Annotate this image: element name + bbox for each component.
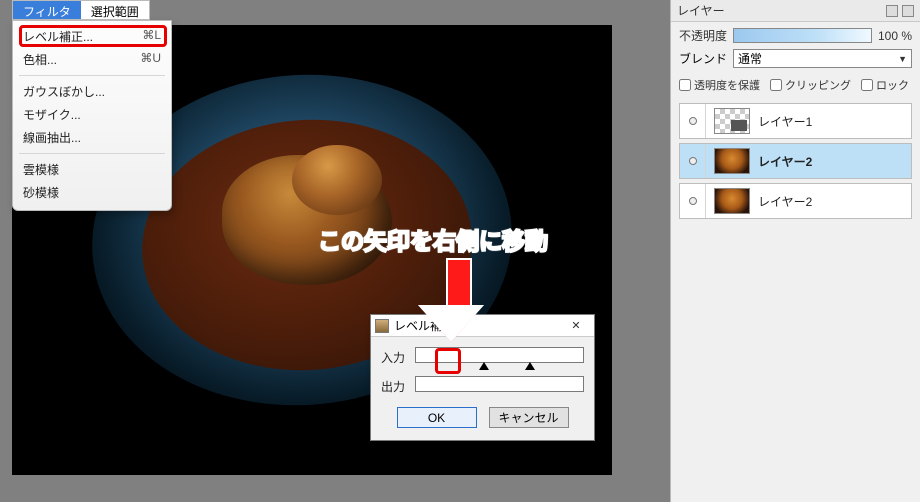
- output-track[interactable]: [415, 376, 584, 392]
- menuitem-label: 砂模様: [23, 184, 59, 201]
- menuitem-mosaic[interactable]: モザイク...: [13, 103, 171, 126]
- visibility-toggle[interactable]: [680, 144, 706, 178]
- menuitem-label: 線画抽出...: [23, 129, 81, 146]
- menuitem-label: ガウスぼかし...: [23, 83, 105, 100]
- menuitem-shortcut: ⌘U: [140, 51, 161, 68]
- menuitem-label: 雲模様: [23, 161, 59, 178]
- undock-icon[interactable]: [886, 5, 898, 17]
- menu-selection[interactable]: 選択範囲: [81, 1, 149, 19]
- layer-name: レイヤー1: [758, 113, 812, 130]
- image-food: [222, 155, 392, 285]
- annotation-arrow-icon: [436, 258, 481, 342]
- filter-dropdown: レベル補正... ⌘L 色相... ⌘U ガウスぼかし... モザイク... 線…: [12, 20, 172, 211]
- menuitem-hue[interactable]: 色相... ⌘U: [13, 48, 171, 71]
- menuitem-label: 色相...: [23, 51, 57, 68]
- output-label: 出力: [381, 376, 409, 395]
- menubar: フィルタ 選択範囲: [12, 0, 150, 20]
- visibility-toggle[interactable]: [680, 184, 706, 218]
- menuitem-label: レベル補正...: [23, 28, 93, 45]
- input-label: 入力: [381, 347, 409, 366]
- layer-name: レイヤー2: [758, 153, 812, 170]
- layer-thumb: [714, 108, 750, 134]
- input-track[interactable]: [415, 347, 584, 363]
- menu-filter[interactable]: フィルタ: [13, 1, 81, 19]
- layer-list: レイヤー1 レイヤー2 レイヤー2: [671, 99, 920, 227]
- close-panel-icon[interactable]: [902, 5, 914, 17]
- blend-select[interactable]: 通常 ▼: [733, 49, 912, 68]
- separator: [19, 153, 165, 154]
- opacity-value: 100 %: [878, 29, 912, 43]
- panel-header[interactable]: レイヤー: [671, 0, 920, 22]
- check-lock[interactable]: ロック: [861, 77, 909, 93]
- menuitem-shortcut: ⌘L: [142, 28, 161, 45]
- panel-title: レイヤー: [677, 2, 725, 19]
- menuitem-sand[interactable]: 砂模様: [13, 181, 171, 204]
- close-button[interactable]: [562, 317, 590, 335]
- menuitem-gaussian[interactable]: ガウスぼかし...: [13, 80, 171, 103]
- blend-value: 通常: [738, 50, 762, 67]
- check-preserve-alpha[interactable]: 透明度を保護: [679, 77, 760, 93]
- opacity-slider[interactable]: [733, 28, 872, 43]
- cancel-button[interactable]: キャンセル: [489, 407, 569, 428]
- layer-row[interactable]: レイヤー1: [679, 103, 912, 139]
- menuitem-clouds[interactable]: 雲模様: [13, 158, 171, 181]
- menuitem-label: モザイク...: [23, 106, 81, 123]
- input-handle-mid[interactable]: [479, 362, 489, 370]
- separator: [19, 75, 165, 76]
- layer-thumb: [714, 148, 750, 174]
- menuitem-levels[interactable]: レベル補正... ⌘L: [13, 25, 171, 48]
- annotation-text: この矢印を右側に移動: [318, 222, 548, 256]
- menuitem-lineart[interactable]: 線画抽出...: [13, 126, 171, 149]
- opacity-label: 不透明度: [679, 27, 727, 44]
- layer-name: レイヤー2: [758, 193, 812, 210]
- layer-row[interactable]: レイヤー2: [679, 143, 912, 179]
- ok-button[interactable]: OK: [397, 407, 477, 428]
- input-handle-high[interactable]: [525, 362, 535, 370]
- input-slider[interactable]: [415, 347, 584, 363]
- blend-label: ブレンド: [679, 50, 727, 67]
- check-clipping[interactable]: クリッピング: [770, 77, 851, 93]
- dialog-icon: [375, 319, 389, 333]
- output-slider[interactable]: [415, 376, 584, 392]
- layer-thumb: [714, 188, 750, 214]
- chevron-down-icon: ▼: [898, 54, 907, 64]
- layers-panel: レイヤー 不透明度 100 % ブレンド 通常 ▼ 透明度を保護 クリッピング …: [670, 0, 920, 502]
- visibility-toggle[interactable]: [680, 104, 706, 138]
- layer-row[interactable]: レイヤー2: [679, 183, 912, 219]
